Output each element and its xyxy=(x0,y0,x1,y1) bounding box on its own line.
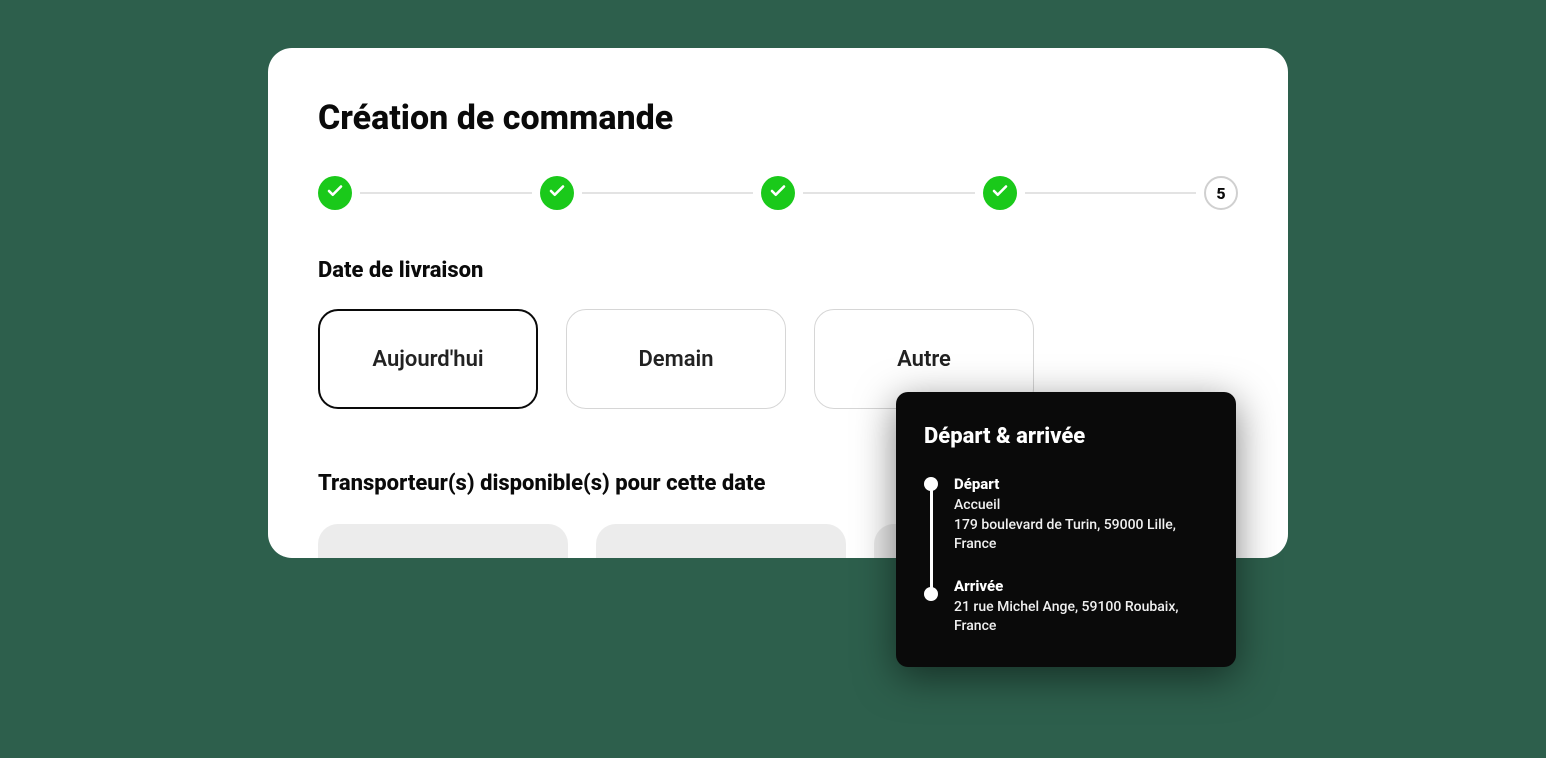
check-icon xyxy=(991,182,1009,204)
page-title: Création de commande xyxy=(318,98,673,138)
route-dot-icon xyxy=(924,587,938,601)
carrier-skeleton xyxy=(318,524,568,558)
date-option-today[interactable]: Aujourd'hui xyxy=(318,309,538,409)
page-title-wrap: Création de commande xyxy=(318,98,1238,138)
step-number-label: 5 xyxy=(1216,184,1225,203)
step-2-done[interactable] xyxy=(540,176,574,210)
step-connector xyxy=(582,192,754,194)
date-option-label: Autre xyxy=(897,347,951,372)
step-5-current[interactable]: 5 xyxy=(1204,176,1238,210)
date-option-label: Aujourd'hui xyxy=(372,347,483,372)
check-icon xyxy=(769,182,787,204)
step-1-done[interactable] xyxy=(318,176,352,210)
check-icon xyxy=(326,182,344,204)
arrival-label: Arrivée xyxy=(954,577,1208,595)
route-dot-icon xyxy=(924,477,938,491)
route-connector-line xyxy=(930,485,933,595)
step-3-done[interactable] xyxy=(761,176,795,210)
page-title-highlight: Création de commande xyxy=(318,98,673,138)
date-option-tomorrow[interactable]: Demain xyxy=(566,309,786,409)
route-timeline: Départ Accueil 179 boulevard de Turin, 5… xyxy=(924,475,1208,637)
step-connector xyxy=(1025,192,1197,194)
delivery-date-label: Date de livraison xyxy=(318,258,1238,283)
arrival-address: 21 rue Michel Ange, 59100 Roubaix, Franc… xyxy=(954,598,1208,637)
carrier-skeleton xyxy=(596,524,846,558)
route-arrival: Arrivée 21 rue Michel Ange, 59100 Roubai… xyxy=(954,577,1208,637)
step-4-done[interactable] xyxy=(983,176,1017,210)
stepper: 5 xyxy=(318,176,1238,210)
departure-label: Départ xyxy=(954,475,1208,493)
date-option-label: Demain xyxy=(638,347,713,372)
departure-name: Accueil xyxy=(954,496,1208,516)
departure-arrival-popover: Départ & arrivée Départ Accueil 179 boul… xyxy=(896,392,1236,667)
route-departure: Départ Accueil 179 boulevard de Turin, 5… xyxy=(954,475,1208,555)
step-connector xyxy=(803,192,975,194)
check-icon xyxy=(548,182,566,204)
popover-title: Départ & arrivée xyxy=(924,424,1208,449)
departure-address: 179 boulevard de Turin, 59000 Lille, Fra… xyxy=(954,516,1208,555)
step-connector xyxy=(360,192,532,194)
